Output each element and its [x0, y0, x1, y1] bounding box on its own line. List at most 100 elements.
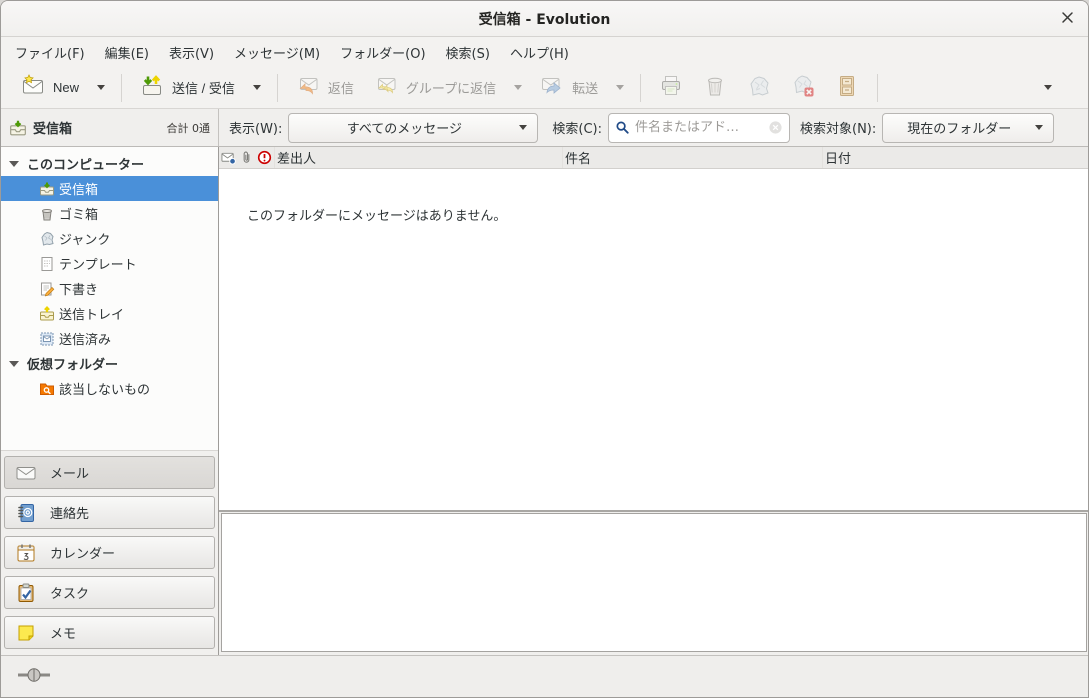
toolbar-separator [277, 74, 278, 102]
template-icon [39, 256, 55, 272]
outbox-icon [39, 306, 55, 322]
sent-icon [39, 331, 55, 347]
new-message-dropdown[interactable] [89, 79, 113, 96]
column-date-label: 日付 [825, 148, 851, 167]
reply-label: 返信 [328, 78, 354, 97]
new-message-button[interactable]: New [11, 68, 89, 107]
sidebar-item-trash[interactable]: ゴミ箱 [1, 201, 218, 226]
important-icon[interactable] [257, 150, 272, 165]
new-message-label: New [53, 80, 79, 95]
expander-icon[interactable] [9, 161, 19, 167]
toolbar-overflow-dropdown[interactable] [1036, 79, 1060, 96]
menu-message[interactable]: メッセージ(M) [224, 39, 330, 66]
message-area: 差出人 件名 日付 このフォルダーにメッセージはありません。 [219, 147, 1088, 655]
search-input[interactable] [635, 120, 768, 135]
archive-button[interactable] [825, 68, 869, 107]
show-filter-dropdown[interactable]: すべてのメッセージ [288, 113, 538, 143]
archive-icon [835, 74, 859, 101]
chevron-down-icon [1044, 85, 1052, 90]
pane-splitter[interactable] [219, 510, 1088, 512]
sidebar-item-inbox[interactable]: 受信箱 [1, 176, 218, 201]
attachment-icon[interactable] [239, 150, 254, 165]
switcher-memos-button[interactable]: メモ [4, 616, 215, 649]
folder-tree: このコンピューター 受信箱 ゴミ箱 [1, 147, 218, 450]
titlebar: 受信箱 - Evolution [1, 1, 1088, 37]
new-mail-icon [21, 74, 45, 101]
memos-icon [15, 622, 37, 644]
message-list-pane: このフォルダーにメッセージはありません。 [219, 169, 1088, 510]
sidebar-item-outbox[interactable]: 送信トレイ [1, 301, 218, 326]
show-filter-value: すべてのメッセージ [299, 118, 509, 137]
drafts-icon [39, 281, 55, 297]
print-button[interactable] [649, 68, 693, 107]
switcher-label: 連絡先 [50, 503, 89, 522]
switcher-tasks-button[interactable]: タスク [4, 576, 215, 609]
junk-icon [747, 74, 771, 101]
group-reply-dropdown[interactable] [506, 79, 530, 96]
evolution-window: 受信箱 - Evolution ファイル(F) 編集(E) 表示(V) メッセー… [0, 0, 1089, 698]
group-reply-icon [374, 74, 398, 101]
sidebar-item-label: 送信済み [59, 329, 111, 348]
message-preview-pane [221, 513, 1087, 652]
message-list-header: 差出人 件名 日付 [219, 147, 1088, 169]
close-button[interactable] [1056, 8, 1078, 30]
menu-search[interactable]: 検索(S) [436, 39, 500, 66]
chevron-down-icon [514, 85, 522, 90]
menu-edit[interactable]: 編集(E) [95, 39, 159, 66]
forward-label: 転送 [572, 78, 598, 97]
forward-dropdown[interactable] [608, 79, 632, 96]
view-switcher: メール 連絡先 カレンダー [1, 450, 218, 655]
switcher-mail-button[interactable]: メール [4, 456, 215, 489]
forward-button[interactable]: 転送 [530, 68, 608, 107]
search-scope-dropdown[interactable]: 現在のフォルダー [882, 113, 1054, 143]
calendar-icon [15, 542, 37, 564]
sidebar-group-search-folders[interactable]: 仮想フォルダー [1, 351, 218, 376]
column-date[interactable]: 日付 [823, 147, 1088, 168]
switcher-label: カレンダー [50, 543, 115, 562]
search-scope-value: 現在のフォルダー [893, 118, 1025, 137]
inbox-icon [9, 119, 27, 137]
send-receive-button[interactable]: 送信 / 受信 [130, 68, 245, 107]
clear-search-icon[interactable] [768, 120, 783, 135]
sidebar-item-unmatched[interactable]: 該当しないもの [1, 376, 218, 401]
sidebar-group-this-computer[interactable]: このコンピューター [1, 151, 218, 176]
column-subject[interactable]: 件名 [563, 147, 823, 168]
sidebar-item-label: ゴミ箱 [59, 204, 98, 223]
switcher-calendar-button[interactable]: カレンダー [4, 536, 215, 569]
search-label: 検索(C): [552, 118, 602, 137]
search-folder-icon [39, 381, 55, 397]
not-junk-button[interactable] [781, 68, 825, 107]
junk-icon [39, 231, 55, 247]
message-status-icon[interactable] [221, 150, 236, 165]
menu-file[interactable]: ファイル(F) [5, 39, 95, 66]
current-folder-header: 受信箱 合計 0通 [1, 109, 219, 146]
junk-button[interactable] [737, 68, 781, 107]
delete-icon [703, 74, 727, 101]
reply-button[interactable]: 返信 [286, 68, 364, 107]
chevron-down-icon [1035, 125, 1043, 130]
online-status-toggle[interactable] [13, 663, 55, 690]
switcher-label: メール [50, 463, 89, 482]
column-from[interactable]: 差出人 [275, 147, 563, 168]
menu-help[interactable]: ヘルプ(H) [500, 39, 579, 66]
expander-icon[interactable] [9, 361, 19, 367]
sidebar-item-sent[interactable]: 送信済み [1, 326, 218, 351]
switcher-contacts-button[interactable]: 連絡先 [4, 496, 215, 529]
group-reply-button[interactable]: グループに返信 [364, 68, 506, 107]
menubar: ファイル(F) 編集(E) 表示(V) メッセージ(M) フォルダー(O) 検索… [1, 37, 1088, 67]
chevron-down-icon [616, 85, 624, 90]
sidebar-item-drafts[interactable]: 下書き [1, 276, 218, 301]
online-plug-icon [17, 667, 51, 686]
sidebar-item-label: テンプレート [59, 254, 137, 273]
sidebar-item-junk[interactable]: ジャンク [1, 226, 218, 251]
chevron-down-icon [253, 85, 261, 90]
sidebar-item-label: 送信トレイ [59, 304, 124, 323]
sidebar-item-label: ジャンク [59, 229, 110, 248]
sidebar-item-templates[interactable]: テンプレート [1, 251, 218, 276]
status-bar [1, 655, 1088, 697]
delete-button[interactable] [693, 68, 737, 107]
menu-view[interactable]: 表示(V) [159, 39, 224, 66]
menu-folder[interactable]: フォルダー(O) [330, 39, 435, 66]
send-receive-dropdown[interactable] [245, 79, 269, 96]
switcher-label: メモ [50, 623, 76, 642]
